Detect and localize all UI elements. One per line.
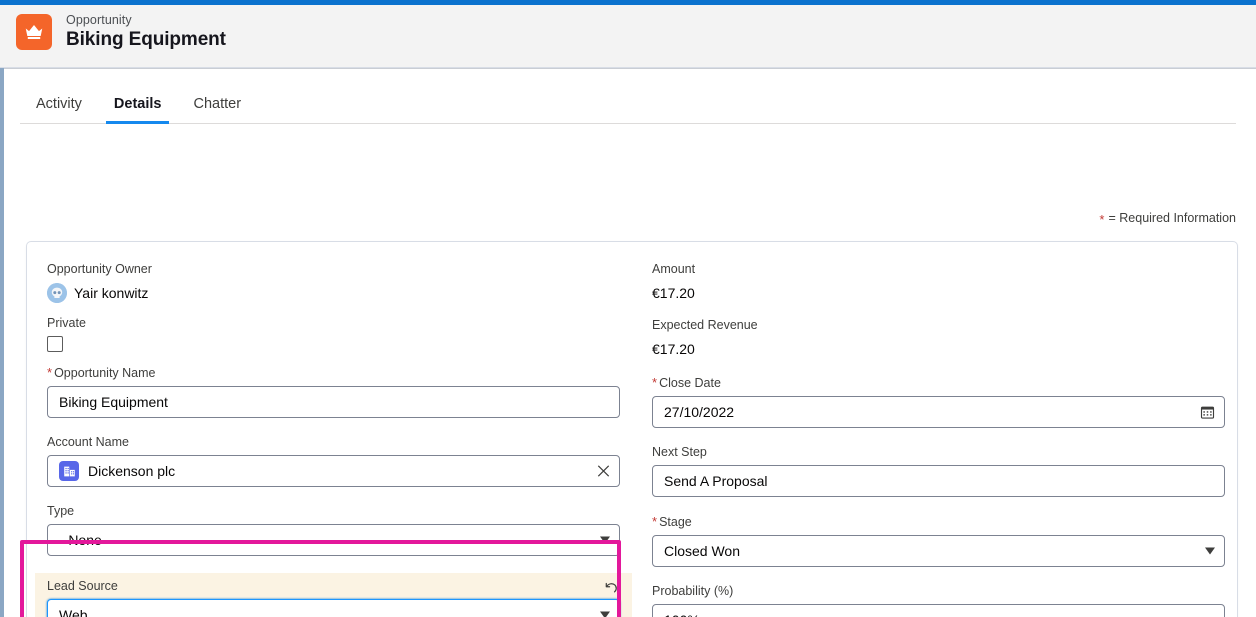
field-close-date: * Close Date 27/10/2022 <box>652 375 1225 428</box>
record-type-label: Opportunity <box>66 13 132 27</box>
tab-details-label: Details <box>113 96 162 112</box>
field-lead-source: Lead Source Web <box>35 573 632 617</box>
opportunity-name-value: Biking Equipment <box>59 394 168 410</box>
next-step-label: Next Step <box>652 444 707 459</box>
lead-source-label: Lead Source <box>47 579 118 593</box>
field-stage: * Stage Closed Won <box>652 514 1225 567</box>
required-asterisk-icon: * <box>47 365 53 380</box>
required-legend-text: = Required Information <box>1108 211 1236 225</box>
account-name-label: Account Name <box>47 435 129 449</box>
opportunity-owner-label: Opportunity Owner <box>47 262 152 276</box>
lead-source-select[interactable]: Web <box>47 599 620 617</box>
amount-value: €17.20 <box>652 285 695 301</box>
field-private: Private <box>47 316 620 352</box>
opportunity-crown-icon <box>16 14 52 51</box>
user-avatar <box>47 283 67 303</box>
tab-activity-label: Activity <box>36 96 82 112</box>
amount-label: Amount <box>652 262 696 276</box>
stage-select[interactable]: Closed Won <box>652 534 1225 567</box>
expected-revenue-value: €17.20 <box>652 341 695 358</box>
type-value: --None-- <box>59 532 112 548</box>
undo-icon[interactable] <box>602 579 620 597</box>
private-label: Private <box>47 316 86 330</box>
next-step-input[interactable]: Send A Proposal <box>652 464 1225 497</box>
chevron-down-icon <box>600 536 610 544</box>
field-next-step: Next Step Send A Proposal <box>652 445 1225 497</box>
page-title: Biking Equipment <box>66 29 226 51</box>
required-asterisk-icon: * <box>652 513 658 529</box>
tab-chatter-label: Chatter <box>193 96 242 112</box>
field-amount: Amount €17.20 <box>652 262 1225 305</box>
field-account-name: Account Name Dickenson plc <box>47 435 620 487</box>
opportunity-name-label: * Opportunity Name <box>47 365 156 380</box>
form-right-column: Amount €17.20 Expected Revenue €17.20 * C… <box>652 262 1225 617</box>
form-left-column: Opportunity Owner Yair konwitz Private *… <box>35 262 632 617</box>
tab-chatter[interactable]: Chatter <box>177 85 257 123</box>
field-opportunity-owner: Opportunity Owner Yair konwitz <box>47 262 620 303</box>
tab-activity[interactable]: Activity <box>20 85 98 123</box>
opportunity-detail-page: Opportunity Biking Equipment Activity De… <box>0 0 1256 617</box>
close-icon[interactable] <box>597 465 610 478</box>
probability-value: 100% <box>664 613 700 617</box>
type-select[interactable]: --None-- <box>47 524 620 556</box>
stage-label: * Stage <box>652 513 692 529</box>
chevron-down-icon <box>1205 547 1215 555</box>
close-date-input[interactable]: 27/10/2022 <box>652 395 1225 428</box>
account-building-icon <box>59 461 79 481</box>
details-form-card: Opportunity Owner Yair konwitz Private *… <box>26 241 1238 617</box>
content-panel: Activity Details Chatter * = Required In… <box>4 68 1256 617</box>
private-checkbox[interactable] <box>47 336 63 352</box>
field-probability: Probability (%) 100% <box>652 584 1225 617</box>
probability-input[interactable]: 100% <box>652 603 1225 617</box>
required-asterisk-icon: * <box>652 374 658 390</box>
type-label: Type <box>47 504 75 518</box>
lead-source-value: Web <box>59 607 88 617</box>
chevron-down-icon <box>600 611 610 617</box>
opportunity-name-input[interactable]: Biking Equipment <box>47 386 620 418</box>
tab-details[interactable]: Details <box>98 85 178 124</box>
account-name-input[interactable]: Dickenson plc <box>47 455 620 487</box>
next-step-value: Send A Proposal <box>664 472 768 489</box>
required-information-legend: * = Required Information <box>1099 211 1236 227</box>
field-opportunity-name: * Opportunity Name Biking Equipment <box>47 365 620 418</box>
expected-revenue-label: Expected Revenue <box>652 318 758 333</box>
close-date-value: 27/10/2022 <box>664 403 735 420</box>
required-asterisk-icon: * <box>1099 212 1105 227</box>
tab-bar: Activity Details Chatter <box>20 85 1236 124</box>
probability-label: Probability (%) <box>652 583 734 598</box>
calendar-icon[interactable] <box>1200 404 1215 419</box>
account-name-value: Dickenson plc <box>88 463 176 479</box>
opportunity-owner-value[interactable]: Yair konwitz <box>74 285 148 301</box>
field-type: Type --None-- <box>47 504 620 556</box>
field-expected-revenue: Expected Revenue €17.20 <box>652 318 1225 361</box>
stage-value: Closed Won <box>664 542 741 559</box>
close-date-label: * Close Date <box>652 374 721 390</box>
record-header: Opportunity Biking Equipment <box>0 5 1256 68</box>
